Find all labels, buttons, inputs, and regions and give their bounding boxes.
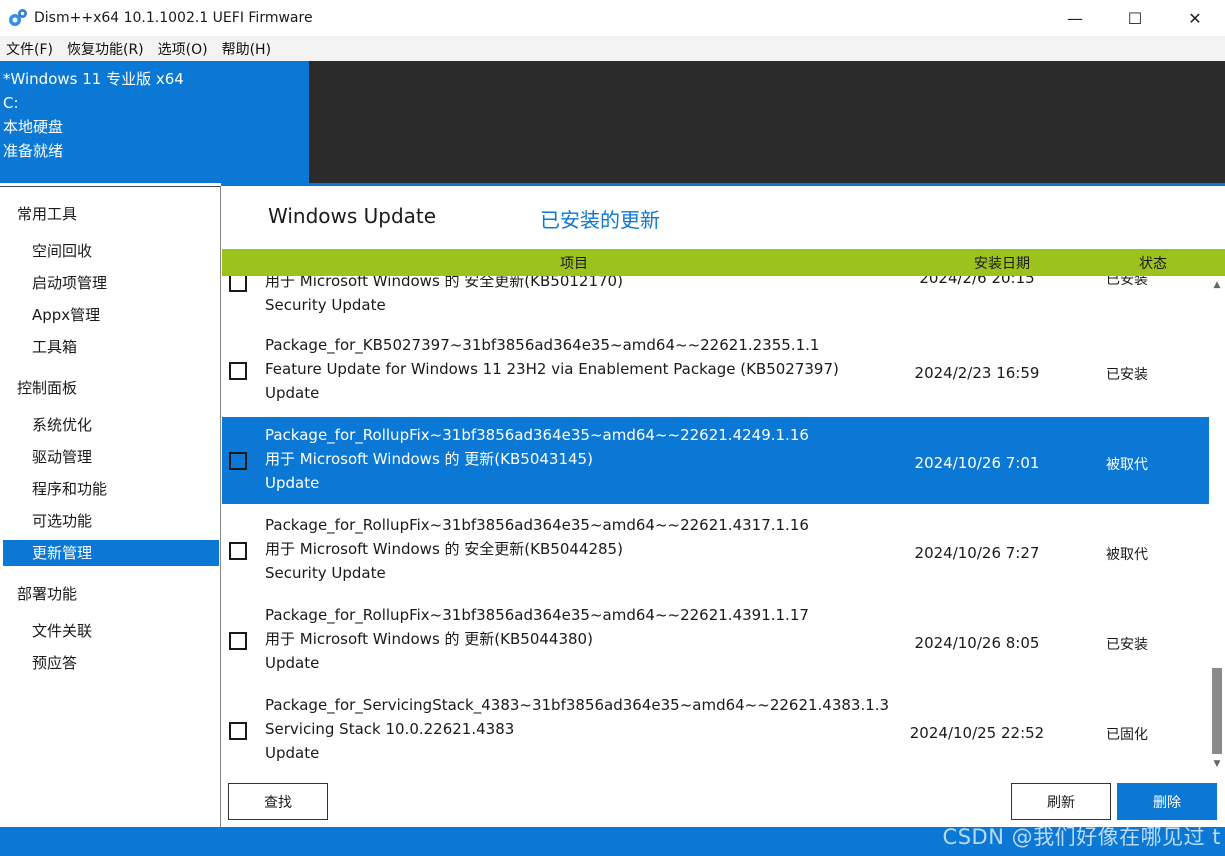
row-checkbox[interactable]	[229, 632, 247, 650]
row-line: 用于 Microsoft Windows 的 更新(KB5044380)	[265, 630, 593, 648]
row-date: 2024/10/26 7:01	[914, 454, 1040, 472]
update-list[interactable]: 用于 Microsoft Windows 的 安全更新(KB5012170) S…	[222, 276, 1209, 773]
row-line: 用于 Microsoft Windows 的 安全更新(KB5012170)	[265, 276, 623, 290]
table-row[interactable]: Package_for_RollupFix~31bf3856ad364e35~a…	[222, 507, 1209, 594]
divider	[221, 183, 1225, 186]
gears-icon	[7, 7, 29, 29]
sidebar-item-system-optimize[interactable]: 系统优化	[3, 412, 219, 438]
row-status: 已安装	[1106, 367, 1148, 383]
table-row[interactable]: 用于 Microsoft Windows 的 安全更新(KB5012170) S…	[222, 276, 1209, 326]
close-button[interactable]: ✕	[1165, 0, 1225, 36]
sidebar: 常用工具 空间回收 启动项管理 Appx管理 工具箱 控制面板 系统优化 驱动管…	[0, 186, 221, 827]
row-date: 2024/2/23 16:59	[914, 364, 1040, 382]
row-status: 被取代	[1106, 547, 1148, 563]
row-status: 已固化	[1106, 727, 1148, 743]
row-line: 用于 Microsoft Windows 的 安全更新(KB5044285)	[265, 540, 623, 558]
row-date: 2024/10/25 22:52	[909, 724, 1045, 742]
image-status: 准备就绪	[3, 142, 64, 160]
row-checkbox[interactable]	[229, 276, 247, 292]
row-date: 2024/10/26 7:27	[914, 544, 1040, 562]
sidebar-item-programs[interactable]: 程序和功能	[3, 476, 219, 502]
menu-help[interactable]: 帮助(H)	[216, 39, 277, 59]
table-row[interactable]: Package_for_ServicingStack_4383~31bf3856…	[222, 687, 1209, 773]
row-checkbox[interactable]	[229, 722, 247, 740]
sidebar-item-answer-file[interactable]: 预应答	[3, 650, 219, 676]
sidebar-group-control-panel: 控制面板	[17, 379, 78, 397]
row-line: Update	[265, 384, 320, 402]
column-status[interactable]: 状态	[1139, 253, 1167, 273]
row-line: Package_for_RollupFix~31bf3856ad364e35~a…	[265, 516, 809, 534]
row-line: Update	[265, 474, 320, 492]
table-header: 项目 安装日期 状态	[222, 249, 1225, 276]
sidebar-group-common-tools: 常用工具	[17, 205, 78, 223]
row-line: Package_for_RollupFix~31bf3856ad364e35~a…	[265, 426, 809, 444]
title-bar: Dism++x64 10.1.1002.1 UEFI Firmware — ☐ …	[0, 0, 1225, 36]
column-item[interactable]: 项目	[560, 253, 588, 273]
row-checkbox[interactable]	[229, 542, 247, 560]
sidebar-item-file-association[interactable]: 文件关联	[3, 618, 219, 644]
image-drive: C:	[3, 94, 19, 112]
table-row[interactable]: Package_for_KB5027397~31bf3856ad364e35~a…	[222, 327, 1209, 414]
sidebar-item-appx[interactable]: Appx管理	[3, 302, 219, 328]
sidebar-group-deployment: 部署功能	[17, 585, 78, 603]
page-title: Windows Update	[268, 204, 437, 228]
row-status: 被取代	[1106, 457, 1148, 473]
table-row-selected[interactable]: Package_for_RollupFix~31bf3856ad364e35~a…	[222, 417, 1209, 504]
sidebar-item-toolbox[interactable]: 工具箱	[3, 334, 219, 360]
menu-file[interactable]: 文件(F)	[0, 39, 59, 59]
row-line: Security Update	[265, 296, 386, 314]
sidebar-item-update-management[interactable]: 更新管理	[3, 540, 219, 566]
watermark: CSDN @我们好像在哪见过 t	[942, 825, 1221, 849]
scroll-thumb[interactable]	[1212, 668, 1222, 754]
row-line: Package_for_RollupFix~31bf3856ad364e35~a…	[265, 606, 809, 624]
minimize-button[interactable]: —	[1045, 0, 1105, 36]
row-checkbox[interactable]	[229, 452, 247, 470]
menu-restore[interactable]: 恢复功能(R)	[61, 39, 150, 59]
image-info-panel[interactable]: *Windows 11 专业版 x64 C: 本地硬盘 准备就绪	[0, 61, 309, 183]
row-date: 2024/10/26 8:05	[914, 634, 1040, 652]
sidebar-item-space-reclaim[interactable]: 空间回收	[3, 238, 219, 264]
image-list-panel	[309, 61, 1225, 183]
find-button[interactable]: 查找	[228, 783, 328, 820]
sidebar-item-drivers[interactable]: 驱动管理	[3, 444, 219, 470]
row-line: Feature Update for Windows 11 23H2 via E…	[265, 360, 839, 378]
sidebar-item-optional-features[interactable]: 可选功能	[3, 508, 219, 534]
maximize-button[interactable]: ☐	[1105, 0, 1165, 36]
row-line: Update	[265, 654, 320, 672]
sidebar-item-startup[interactable]: 启动项管理	[3, 270, 219, 296]
image-name: *Windows 11 专业版 x64	[3, 70, 184, 88]
window-title: Dism++x64 10.1.1002.1 UEFI Firmware	[34, 10, 313, 26]
refresh-button[interactable]: 刷新	[1011, 783, 1111, 820]
row-line: Package_for_ServicingStack_4383~31bf3856…	[265, 696, 890, 714]
vertical-scrollbar[interactable]: ▲ ▼	[1209, 276, 1225, 773]
row-status: 已安装	[1106, 637, 1148, 653]
menu-options[interactable]: 选项(O)	[152, 39, 214, 59]
row-line: Servicing Stack 10.0.22621.4383	[265, 720, 515, 738]
tab-installed-updates[interactable]: 已安装的更新	[540, 204, 660, 233]
row-line: Package_for_KB5027397~31bf3856ad364e35~a…	[265, 336, 820, 354]
row-line: Update	[265, 744, 320, 762]
table-row[interactable]: Package_for_RollupFix~31bf3856ad364e35~a…	[222, 597, 1209, 684]
row-checkbox[interactable]	[229, 362, 247, 380]
scroll-up-arrow-icon[interactable]: ▲	[1212, 280, 1222, 290]
row-date: 2024/2/6 20:15	[919, 276, 1035, 287]
row-line: 用于 Microsoft Windows 的 更新(KB5043145)	[265, 450, 593, 468]
image-disk: 本地硬盘	[3, 118, 64, 136]
row-line: Security Update	[265, 564, 386, 582]
column-date[interactable]: 安装日期	[974, 253, 1030, 273]
menu-bar: 文件(F) 恢复功能(R) 选项(O) 帮助(H)	[0, 36, 1225, 61]
row-status: 已安装	[1106, 276, 1148, 288]
delete-button[interactable]: 删除	[1117, 783, 1217, 820]
scroll-down-arrow-icon[interactable]: ▼	[1212, 759, 1222, 769]
